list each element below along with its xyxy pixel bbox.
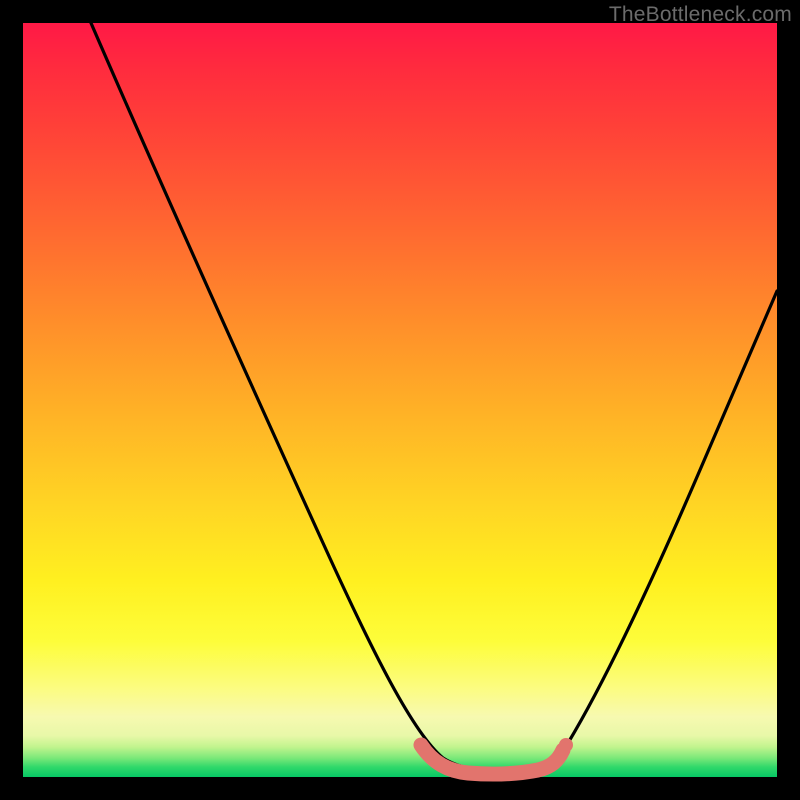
valley-end-dot: [559, 738, 573, 752]
watermark-text: TheBottleneck.com: [609, 3, 792, 27]
chart-svg: [23, 23, 777, 777]
bottleneck-curve: [91, 23, 777, 772]
valley-highlight: [421, 745, 563, 774]
chart-frame: TheBottleneck.com: [0, 0, 800, 800]
plot-area: [23, 23, 777, 777]
